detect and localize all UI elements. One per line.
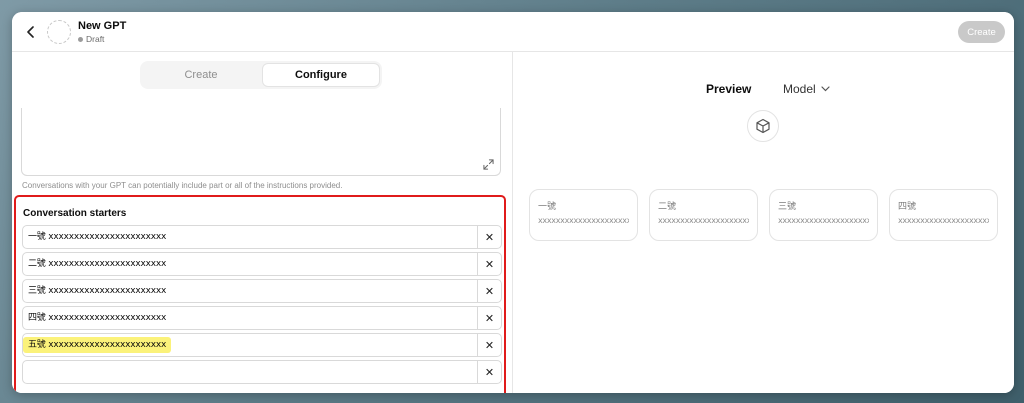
starter-input-row[interactable]: 四號 xxxxxxxxxxxxxxxxxxxxxxx ✕ bbox=[22, 306, 502, 330]
starter-card-title: 一號 bbox=[538, 202, 557, 212]
delete-starter-button[interactable]: ✕ bbox=[477, 253, 501, 275]
starter-card-text: xxxxxxxxxxxxxxxxxxxxxxx bbox=[658, 216, 749, 225]
instructions-hint: Conversations with your GPT can potentia… bbox=[22, 181, 343, 190]
expand-icon[interactable] bbox=[483, 159, 494, 170]
starter-card-title: 三號 bbox=[778, 202, 797, 212]
starter-card[interactable]: 一號 xxxxxxxxxxxxxxxxxxxxxxx bbox=[529, 189, 638, 241]
starter-input-value[interactable]: 四號 xxxxxxxxxxxxxxxxxxxxxxx bbox=[23, 310, 171, 326]
starter-card-text: xxxxxxxxxxxxxxxxxxxxxxx bbox=[778, 216, 869, 225]
close-icon: ✕ bbox=[484, 258, 495, 271]
starter-input-row[interactable]: 三號 xxxxxxxxxxxxxxxxxxxxxxx ✕ bbox=[22, 279, 502, 303]
back-button[interactable] bbox=[22, 23, 40, 41]
tab-create[interactable]: Create bbox=[142, 63, 260, 87]
delete-starter-button[interactable]: ✕ bbox=[477, 226, 501, 248]
preview-label: Preview bbox=[706, 82, 752, 96]
starter-card[interactable]: 四號 xxxxxxxxxxxxxxxxxxxxxxx bbox=[889, 189, 998, 241]
close-icon: ✕ bbox=[484, 312, 495, 325]
starter-input-value[interactable]: 三號 xxxxxxxxxxxxxxxxxxxxxxx bbox=[23, 283, 171, 299]
model-selector[interactable]: Model bbox=[783, 82, 830, 96]
starter-input-row[interactable]: 一號 xxxxxxxxxxxxxxxxxxxxxxx ✕ bbox=[22, 225, 502, 249]
instructions-textarea[interactable] bbox=[21, 108, 501, 176]
starter-card-text: xxxxxxxxxxxxxxxxxxxxxxx bbox=[538, 216, 629, 225]
delete-starter-button[interactable]: ✕ bbox=[477, 361, 501, 383]
chevron-left-icon bbox=[27, 26, 34, 38]
tab-configure[interactable]: Configure bbox=[262, 63, 380, 87]
starter-input-value[interactable]: 一號 xxxxxxxxxxxxxxxxxxxxxxx bbox=[23, 229, 171, 245]
status-dot bbox=[78, 36, 83, 42]
gpt-status: Draft bbox=[78, 34, 104, 44]
delete-starter-button[interactable]: ✕ bbox=[477, 334, 501, 356]
cube-icon bbox=[756, 118, 770, 134]
gpt-preview-avatar bbox=[747, 110, 779, 142]
starter-card[interactable]: 三號 xxxxxxxxxxxxxxxxxxxxxxx bbox=[769, 189, 878, 241]
preview-pane: Preview Model 一號 xxxxxxxxxxxxxxxxxxxxxxx… bbox=[513, 52, 1014, 393]
delete-starter-button[interactable]: ✕ bbox=[477, 280, 501, 302]
starter-input-row[interactable]: 二號 xxxxxxxxxxxxxxxxxxxxxxx ✕ bbox=[22, 252, 502, 276]
starter-input-value[interactable] bbox=[23, 364, 33, 380]
close-icon: ✕ bbox=[484, 339, 495, 352]
gpt-avatar-placeholder[interactable] bbox=[47, 20, 71, 44]
create-button[interactable]: Create bbox=[958, 21, 1005, 43]
starter-card[interactable]: 二號 xxxxxxxxxxxxxxxxxxxxxxx bbox=[649, 189, 758, 241]
starters-title: Conversation starters bbox=[23, 208, 127, 219]
conversation-starters-section: Conversation starters 一號 xxxxxxxxxxxxxxx… bbox=[14, 195, 506, 393]
starter-input-value-highlighted[interactable]: 五號 xxxxxxxxxxxxxxxxxxxxxxx bbox=[23, 337, 172, 353]
mode-tabs: Create Configure bbox=[140, 61, 382, 89]
gpt-title: New GPT bbox=[78, 20, 127, 32]
chevron-down-icon bbox=[821, 86, 830, 92]
status-text: Draft bbox=[86, 34, 105, 44]
starter-card-title: 二號 bbox=[658, 202, 677, 212]
starter-input-row[interactable]: 五號 xxxxxxxxxxxxxxxxxxxxxxx ✕ bbox=[22, 333, 502, 357]
close-icon: ✕ bbox=[484, 366, 495, 379]
starter-card-title: 四號 bbox=[898, 202, 917, 212]
starter-input-row-empty[interactable]: ✕ bbox=[22, 360, 502, 384]
top-bar: New GPT Draft Create bbox=[12, 12, 1014, 52]
configure-pane: Create Configure Conversations with your… bbox=[12, 52, 512, 393]
delete-starter-button[interactable]: ✕ bbox=[477, 307, 501, 329]
starter-card-text: xxxxxxxxxxxxxxxxxxxxxxx bbox=[898, 216, 989, 225]
model-label: Model bbox=[783, 82, 816, 96]
starter-input-value[interactable]: 二號 xxxxxxxxxxxxxxxxxxxxxxx bbox=[23, 256, 171, 272]
app-window: New GPT Draft Create Create Configure Co… bbox=[12, 12, 1014, 393]
close-icon: ✕ bbox=[484, 231, 495, 244]
close-icon: ✕ bbox=[484, 285, 495, 298]
